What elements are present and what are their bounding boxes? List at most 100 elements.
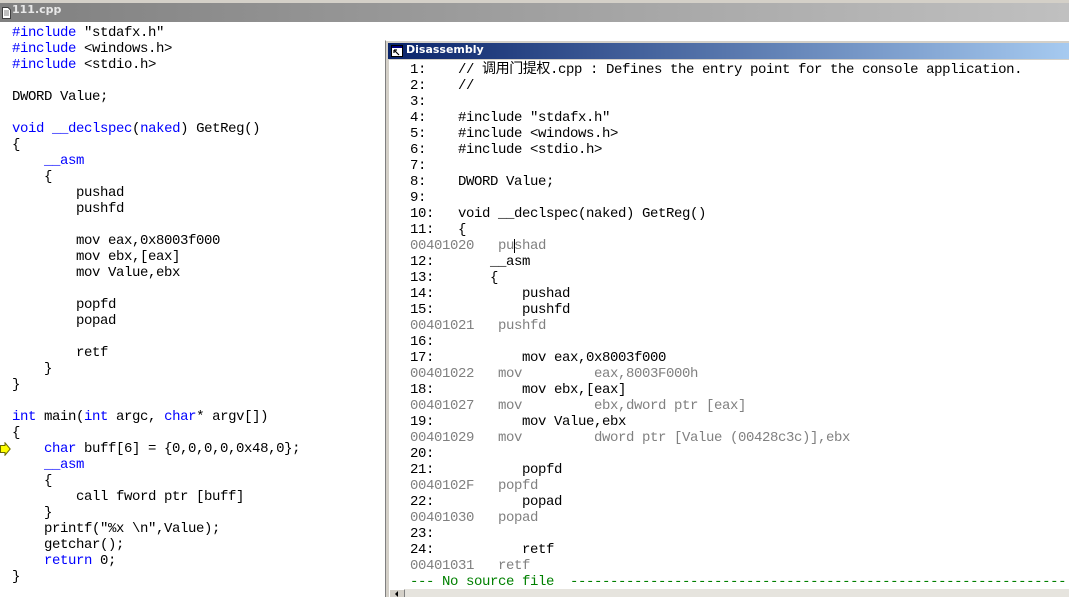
editor-code-line[interactable]: printf("%x \n",Value);	[12, 521, 300, 537]
editor-code-line[interactable]	[12, 329, 300, 345]
asm-instruction-line[interactable]: 00401029 mov dword ptr [Value (00428c3c)],…	[410, 430, 1069, 446]
source-line[interactable]: 21: popfd	[410, 462, 1069, 478]
editor-code-line[interactable]	[12, 105, 300, 121]
source-line[interactable]: 9:	[410, 190, 1069, 206]
editor-code-line[interactable]: getchar();	[12, 537, 300, 553]
code-keyword: char	[164, 409, 197, 425]
editor-code-line[interactable]: }	[12, 505, 300, 521]
editor-code-line[interactable]: {	[12, 425, 300, 441]
source-line-number: 14:	[410, 286, 435, 302]
instruction-address: 00401021	[410, 318, 475, 334]
source-line[interactable]: 15: pushfd	[410, 302, 1069, 318]
horizontal-scrollbar[interactable]	[389, 589, 1069, 597]
scroll-left-button[interactable]	[389, 589, 405, 597]
source-line[interactable]: 3:	[410, 94, 1069, 110]
editor-code-line[interactable]	[12, 281, 300, 297]
editor-code-line[interactable]	[12, 217, 300, 233]
editor-code-line[interactable]: popfd	[12, 297, 300, 313]
source-line[interactable]: 2: //	[410, 78, 1069, 94]
source-line[interactable]: 20:	[410, 446, 1069, 462]
source-code: #include "stdafx.h"	[458, 110, 611, 126]
source-line-number: 24:	[410, 542, 435, 558]
instruction-address: 00401031	[410, 558, 475, 574]
source-line[interactable]: 11: {	[410, 222, 1069, 238]
code-keyword: int	[84, 409, 109, 425]
editor-code-line[interactable]	[12, 73, 300, 89]
editor-code-line[interactable]: #include <windows.h>	[12, 41, 300, 57]
code-text: getchar();	[12, 537, 125, 553]
source-code: mov Value,ebx	[458, 414, 627, 430]
asm-instruction-line[interactable]: 00401020 pushad	[410, 238, 1069, 254]
editor-code-line[interactable]: mov Value,ebx	[12, 265, 300, 281]
source-line[interactable]: 10: void __declspec(naked) GetReg()	[410, 206, 1069, 222]
asm-instruction-line[interactable]: 00401030 popad	[410, 510, 1069, 526]
source-code: DWORD Value;	[458, 174, 555, 190]
instruction-mnemonic: mov	[498, 366, 523, 382]
asm-instruction-line[interactable]: 00401027 mov ebx,dword ptr [eax]	[410, 398, 1069, 414]
source-line-number: 16:	[410, 334, 435, 350]
asm-instruction-line[interactable]: 00401022 mov eax,8003F000h	[410, 366, 1069, 382]
editor-code-line[interactable]: }	[12, 377, 300, 393]
editor-code-line[interactable]: __asm	[12, 153, 300, 169]
editor-code-line[interactable]: retf	[12, 345, 300, 361]
source-line[interactable]: 19: mov Value,ebx	[410, 414, 1069, 430]
source-line[interactable]: 24: retf	[410, 542, 1069, 558]
editor-code-line[interactable]: pushfd	[12, 201, 300, 217]
editor-code-line[interactable]	[12, 393, 300, 409]
code-text: }	[12, 505, 53, 521]
editor-code-area[interactable]: #include "stdafx.h" #include <windows.h> #…	[12, 25, 300, 585]
source-line[interactable]: 17: mov eax,0x8003f000	[410, 350, 1069, 366]
instruction-address: 0040102F	[410, 478, 475, 494]
editor-code-line[interactable]: DWORD Value;	[12, 89, 300, 105]
source-code: __asm	[458, 254, 531, 270]
source-line[interactable]: 12: __asm	[410, 254, 1069, 270]
source-line[interactable]: 6: #include <stdio.h>	[410, 142, 1069, 158]
editor-code-line[interactable]: mov ebx,[eax]	[12, 249, 300, 265]
editor-code-line[interactable]: #include <stdio.h>	[12, 57, 300, 73]
source-line-number: 15:	[410, 302, 435, 318]
code-keyword: __asm	[44, 153, 85, 169]
disassembly-lines[interactable]: 1: // 调用门提权.cpp : Defines the entry point…	[410, 62, 1069, 589]
editor-code-line[interactable]: __asm	[12, 457, 300, 473]
asm-instruction-line[interactable]: 00401031 retf	[410, 558, 1069, 574]
editor-code-line[interactable]: {	[12, 473, 300, 489]
editor-code-line[interactable]: pushad	[12, 185, 300, 201]
editor-code-line[interactable]: }	[12, 569, 300, 585]
disassembly-window[interactable]: Disassembly 1: // 调用门提权.cpp : Defines the…	[385, 40, 1069, 597]
source-line-number: 4:	[410, 110, 427, 126]
source-code: #include <windows.h>	[458, 126, 619, 142]
source-line[interactable]: 8: DWORD Value;	[410, 174, 1069, 190]
editor-code-line[interactable]: call fword ptr [buff]	[12, 489, 300, 505]
editor-code-line[interactable]: return 0;	[12, 553, 300, 569]
code-keyword: #include	[12, 25, 77, 41]
disassembly-view[interactable]: 1: // 调用门提权.cpp : Defines the entry point…	[389, 60, 1069, 589]
code-text: call fword ptr [buff]	[12, 489, 245, 505]
asm-instruction-line[interactable]: 0040102F popfd	[410, 478, 1069, 494]
source-line[interactable]: 14: pushad	[410, 286, 1069, 302]
editor-titlebar[interactable]: 111.cpp	[0, 3, 1069, 22]
editor-code-line[interactable]: void __declspec(naked) GetReg()	[12, 121, 300, 137]
editor-code-line[interactable]: {	[12, 137, 300, 153]
code-keyword: int	[12, 409, 37, 425]
source-line[interactable]: 13: {	[410, 270, 1069, 286]
source-line[interactable]: 23:	[410, 526, 1069, 542]
editor-code-line[interactable]: mov eax,0x8003f000	[12, 233, 300, 249]
source-line[interactable]: 5: #include <windows.h>	[410, 126, 1069, 142]
source-line[interactable]: 4: #include "stdafx.h"	[410, 110, 1069, 126]
editor-code-line[interactable]: {	[12, 169, 300, 185]
source-line-number: 20:	[410, 446, 435, 462]
source-line[interactable]: 22: popad	[410, 494, 1069, 510]
source-line[interactable]: 1: // 调用门提权.cpp : Defines the entry point…	[410, 62, 1069, 78]
editor-code-line[interactable]: int main(int argc, char* argv[])	[12, 409, 300, 425]
disassembly-titlebar[interactable]: Disassembly	[388, 43, 1069, 59]
editor-code-line[interactable]: #include "stdafx.h"	[12, 25, 300, 41]
source-line[interactable]: 7:	[410, 158, 1069, 174]
source-line[interactable]: 16:	[410, 334, 1069, 350]
editor-code-line[interactable]: char buff[6] = {0,0,0,0,0x48,0};	[12, 441, 300, 457]
editor-code-line[interactable]: popad	[12, 313, 300, 329]
editor-code-line[interactable]: }	[12, 361, 300, 377]
asm-instruction-line[interactable]: 00401021 pushfd	[410, 318, 1069, 334]
source-line[interactable]: 18: mov ebx,[eax]	[410, 382, 1069, 398]
